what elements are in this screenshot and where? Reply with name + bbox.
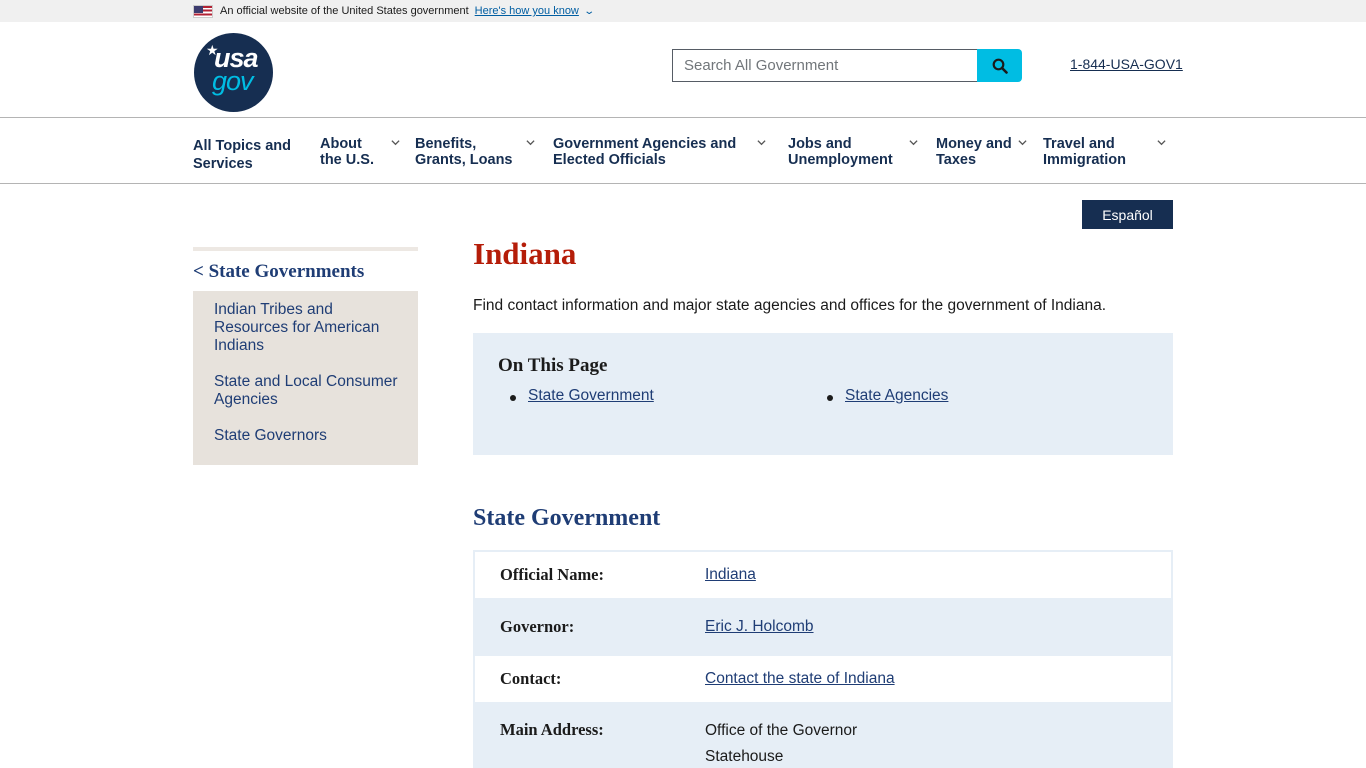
official-site-text: An official website of the United States… xyxy=(220,5,469,17)
governor-link[interactable]: Eric J. Holcomb xyxy=(705,618,814,635)
list-item: State Agencies xyxy=(815,387,1132,405)
espanol-button[interactable]: Español xyxy=(1082,200,1173,229)
nav-label-line: Money and xyxy=(936,136,1012,152)
search-form xyxy=(672,49,1022,82)
chevron-down-icon[interactable] xyxy=(909,138,918,147)
side-nav: < State Governments Indian Tribes and Re… xyxy=(193,247,418,465)
nav-label-line: Benefits, xyxy=(415,136,477,152)
nav-label-line: Taxes xyxy=(936,152,977,168)
nav-label-line: About xyxy=(320,136,362,152)
list-item: State Government xyxy=(498,387,815,405)
nav-label-line: All Topics and xyxy=(193,138,292,154)
jump-link-state-government[interactable]: State Government xyxy=(528,387,654,404)
search-button[interactable] xyxy=(977,49,1022,82)
logo-text-gov: gov xyxy=(212,66,254,96)
nav-label-line: Immigration xyxy=(1043,152,1126,168)
chevron-down-icon[interactable] xyxy=(757,138,766,147)
nav-about-us[interactable]: About the U.S. xyxy=(320,136,374,168)
main-address: Office of the Governor Statehouse xyxy=(705,718,857,768)
contact-link[interactable]: Contact the state of Indiana xyxy=(705,670,895,687)
chevron-down-icon[interactable] xyxy=(1157,138,1166,147)
on-this-page-list: State Government State Agencies xyxy=(498,387,1148,405)
nav-travel-immigration[interactable]: Travel and Immigration xyxy=(1043,136,1126,168)
sidenav-item-indian-tribes[interactable]: Indian Tribes and Resources for American… xyxy=(214,301,418,355)
nav-money-taxes[interactable]: Money and Taxes xyxy=(936,136,1012,168)
address-line: Office of the Governor xyxy=(705,722,858,739)
sidenav-children: Indian Tribes and Resources for American… xyxy=(193,291,418,465)
chevron-down-icon[interactable] xyxy=(526,138,535,147)
nav-label-line: Grants, Loans xyxy=(415,152,513,168)
nav-label-line: Travel and xyxy=(1043,136,1115,152)
row-label: Governor: xyxy=(500,617,575,636)
chevron-down-icon[interactable]: ⌄ xyxy=(583,6,595,17)
usagov-logo[interactable]: ★ usa gov xyxy=(194,33,273,112)
intro-text: Find contact information and major state… xyxy=(473,297,1107,314)
heres-how-you-know-link[interactable]: Here's how you know xyxy=(475,5,579,17)
nav-benefits[interactable]: Benefits, Grants, Loans xyxy=(415,136,513,168)
section-title-state-government: State Government xyxy=(473,505,661,531)
nav-label-line: Services xyxy=(193,156,253,172)
gov-banner: An official website of the United States… xyxy=(0,0,1366,22)
official-name-link[interactable]: Indiana xyxy=(705,566,756,583)
search-icon xyxy=(992,58,1008,74)
table-row: Official Name: Indiana xyxy=(475,552,1171,598)
on-this-page-box: On This Page State Government State Agen… xyxy=(473,333,1173,455)
nav-label-line: the U.S. xyxy=(320,152,374,168)
page-title: Indiana xyxy=(473,236,577,271)
row-label: Contact: xyxy=(500,669,562,688)
nav-label-line: Government Agencies and xyxy=(553,136,737,152)
sidenav-parent-state-governments[interactable]: < State Governments xyxy=(193,251,418,291)
site-header: ★ usa gov 1-844-USA-GOV1 xyxy=(0,22,1366,118)
table-row: Main Address: Office of the Governor Sta… xyxy=(475,702,1171,768)
table-row: Governor: Eric J. Holcomb xyxy=(475,598,1171,656)
nav-label-line: Unemployment xyxy=(788,152,893,168)
table-row: Contact: Contact the state of Indiana xyxy=(475,656,1171,702)
jump-link-state-agencies[interactable]: State Agencies xyxy=(845,387,948,404)
address-line: Statehouse xyxy=(705,748,784,765)
phone-link[interactable]: 1-844-USA-GOV1 xyxy=(1070,56,1183,72)
nav-label-line: Elected Officials xyxy=(553,152,666,168)
us-flag-icon xyxy=(193,4,213,18)
row-label: Main Address: xyxy=(500,720,604,739)
primary-nav: All Topics and Services About the U.S. B… xyxy=(0,118,1366,184)
nav-label-line: Jobs and xyxy=(788,136,852,152)
state-government-table: Official Name: Indiana Governor: Eric J.… xyxy=(473,550,1173,768)
chevron-down-icon[interactable] xyxy=(391,138,400,147)
on-this-page-heading: On This Page xyxy=(498,355,608,376)
sidenav-item-consumer-agencies[interactable]: State and Local Consumer Agencies xyxy=(214,373,418,409)
sidenav-item-state-governors[interactable]: State Governors xyxy=(214,427,418,445)
nav-jobs[interactable]: Jobs and Unemployment xyxy=(788,136,893,168)
row-label: Official Name: xyxy=(500,565,605,584)
nav-all-topics[interactable]: All Topics and Services xyxy=(193,137,291,173)
chevron-down-icon[interactable] xyxy=(1018,138,1027,147)
main-content: Indiana Find contact information and maj… xyxy=(473,236,1173,768)
nav-government-agencies[interactable]: Government Agencies and Elected Official… xyxy=(553,136,736,168)
search-input[interactable] xyxy=(672,49,978,82)
